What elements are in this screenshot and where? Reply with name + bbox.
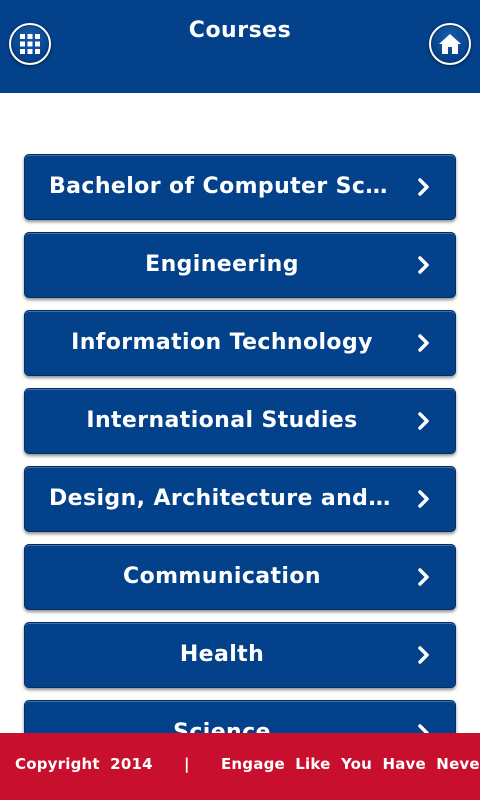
course-label: Bachelor of Computer Scien... [49, 174, 395, 199]
course-label: Design, Architecture and B... [49, 486, 395, 511]
course-label: Information Technology [71, 330, 373, 355]
chevron-right-icon [418, 568, 429, 586]
course-item-design-architecture[interactable]: Design, Architecture and B... [24, 466, 456, 532]
page-title: Courses [188, 18, 292, 43]
footer-tagline: Engage Like You Have Never Done Before [220, 755, 480, 773]
app-screen: Courses Bachelor of Computer Scien... En… [0, 0, 480, 800]
chevron-right-icon [418, 334, 429, 352]
course-label: International Studies [86, 408, 358, 433]
course-label: Communication [123, 564, 321, 589]
course-item-international-studies[interactable]: International Studies [24, 388, 456, 454]
chevron-right-icon [418, 256, 429, 274]
chevron-right-icon [418, 412, 429, 430]
footer-separator: | [184, 755, 190, 773]
home-button[interactable] [429, 23, 471, 65]
course-item-engineering[interactable]: Engineering [24, 232, 456, 298]
app-footer: Copyright 2014 | Engage Like You Have Ne… [0, 733, 480, 800]
courses-list: Bachelor of Computer Scien... Engineerin… [24, 154, 456, 778]
course-item-communication[interactable]: Communication [24, 544, 456, 610]
footer-copyright: Copyright 2014 [15, 755, 153, 773]
course-item-information-technology[interactable]: Information Technology [24, 310, 456, 376]
home-icon [439, 34, 461, 54]
course-label: Engineering [145, 252, 299, 277]
chevron-right-icon [418, 178, 429, 196]
course-label: Health [179, 642, 265, 667]
footer-text: Copyright 2014 | Engage Like You Have Ne… [0, 733, 480, 800]
chevron-right-icon [418, 646, 429, 664]
app-header: Courses [0, 0, 480, 93]
chevron-right-icon [418, 490, 429, 508]
course-item-health[interactable]: Health [24, 622, 456, 688]
course-item-computer-science[interactable]: Bachelor of Computer Scien... [24, 154, 456, 220]
